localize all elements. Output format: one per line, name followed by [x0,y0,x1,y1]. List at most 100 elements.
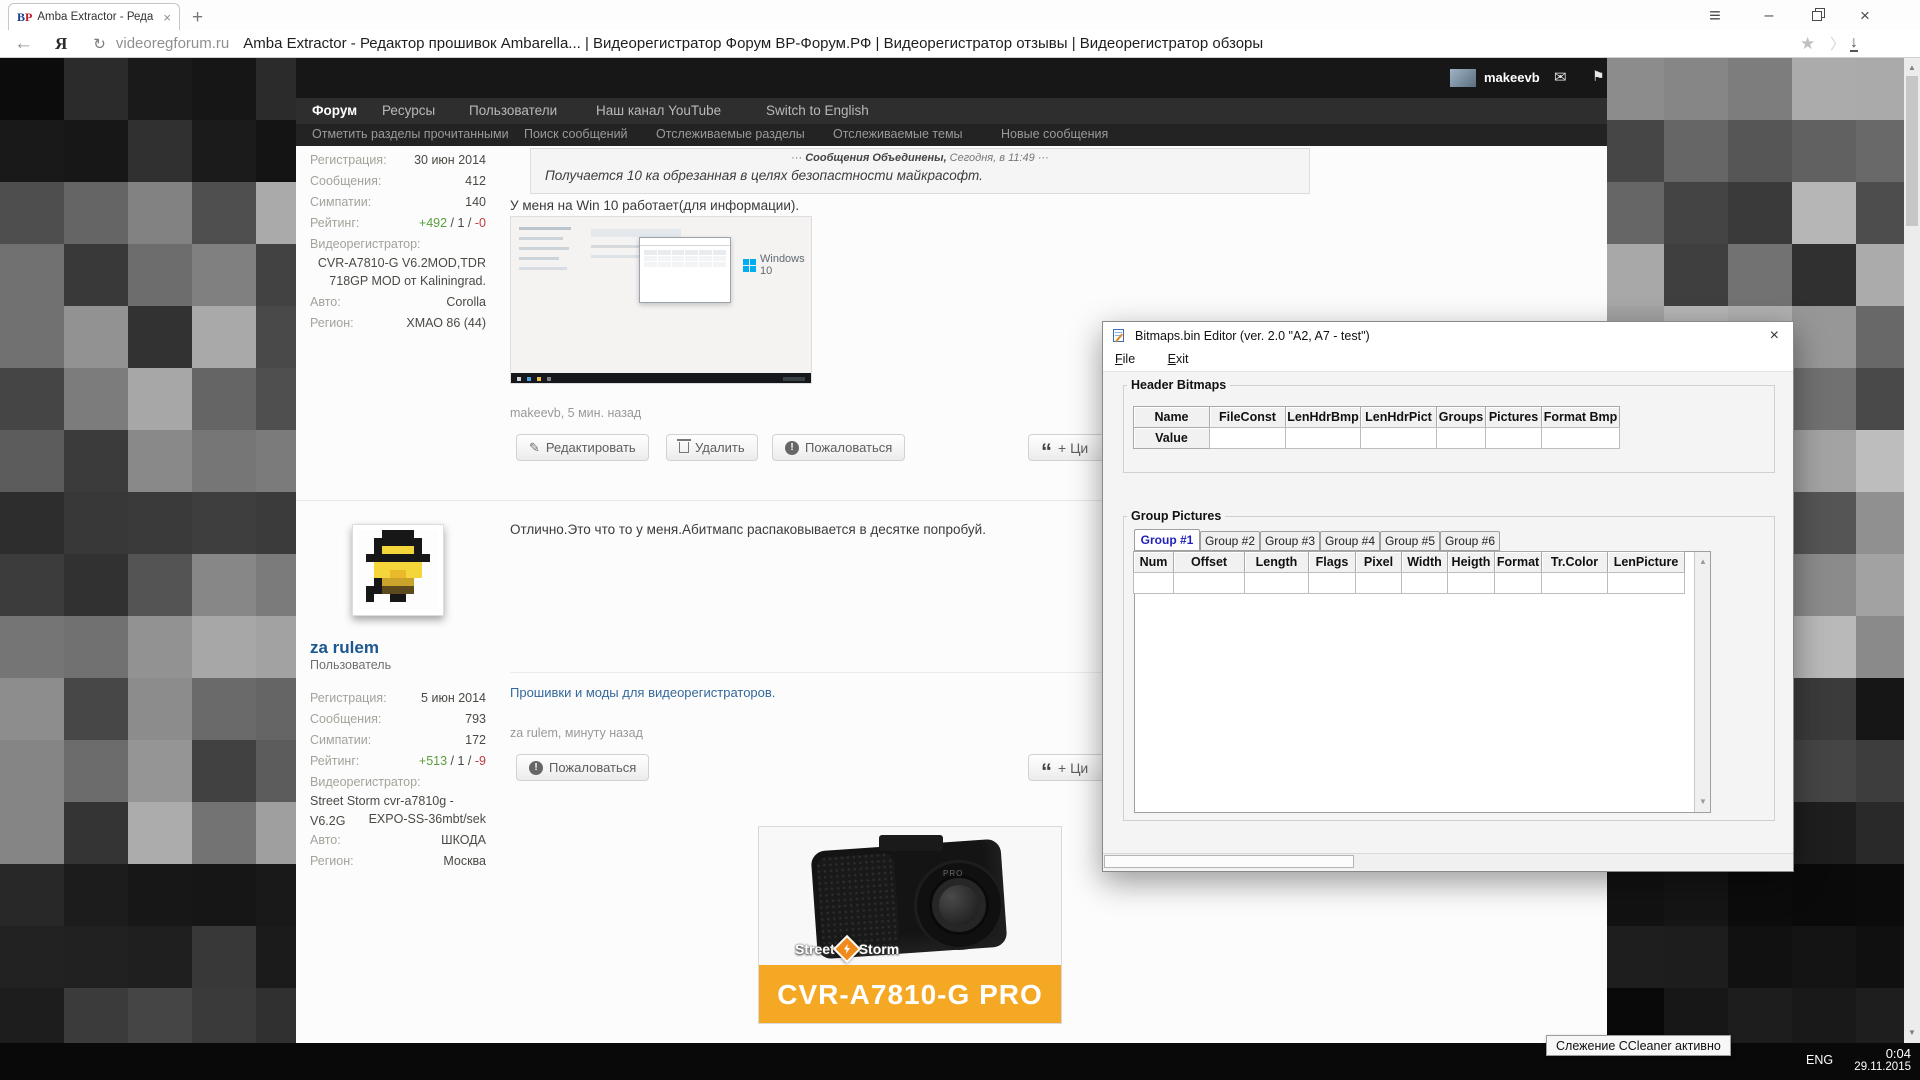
subnav-watched-forums[interactable]: Отслеживаемые разделы [656,127,805,141]
window-close-button[interactable]: × [1848,6,1882,26]
hb-value-cell[interactable] [1485,427,1542,449]
sub-nav: Отметить разделы прочитанными Поиск сооб… [296,124,1607,146]
tab-group-3[interactable]: Group #3 [1260,531,1320,551]
post1-text: У меня на Win 10 работает(для информации… [510,198,799,213]
messages-value: 793 [465,709,486,729]
inbox-envelope-icon[interactable]: ✉ [1554,68,1567,86]
editor-horizontal-scrollbar[interactable] [1103,853,1793,869]
scroll-down-arrow[interactable]: ▼ [1904,1025,1920,1041]
post2-author-name[interactable]: za rulem [310,638,379,658]
hb-value-cell[interactable] [1436,427,1486,449]
menu-file[interactable]: File [1115,352,1135,366]
browser-tab[interactable]: ВР Amba Extractor - Реда × [8,3,180,30]
keyboard-language[interactable]: ENG [1806,1053,1833,1067]
tab-group-4[interactable]: Group #4 [1320,531,1380,551]
nav-forum[interactable]: Форум [312,103,357,118]
quote-icon: “ [1041,767,1052,777]
nav-users[interactable]: Пользователи [469,103,557,118]
nav-switch-english[interactable]: Switch to English [766,103,869,118]
download-icon[interactable]: ↓ [1850,35,1858,52]
new-tab-button[interactable]: + [192,7,203,29]
gp-cell[interactable] [1401,572,1448,594]
list-vertical-scrollbar[interactable]: ▲ ▼ [1694,552,1710,812]
subnav-watched-threads[interactable]: Отслеживаемые темы [833,127,963,141]
subnav-search-posts[interactable]: Поиск сообщений [524,127,628,141]
report-button-post1[interactable]: ! Пожаловаться [772,434,905,461]
post1-meta[interactable]: makeevb, 5 мин. назад [510,406,641,420]
gp-cell[interactable] [1173,572,1245,594]
hb-value-cell[interactable] [1541,427,1620,449]
gp-cell[interactable] [1494,572,1542,594]
gp-cell[interactable] [1133,572,1174,594]
edit-button[interactable]: ✎Редактировать [516,434,649,461]
gp-cell[interactable] [1607,572,1685,594]
hb-value-cell[interactable] [1360,427,1437,449]
hb-col-pictures: Pictures [1485,406,1542,428]
trash-icon [679,442,689,453]
scroll-thumb[interactable] [1906,76,1918,226]
gp-col-heigth: Heigth [1447,551,1495,573]
alerts-flag-icon[interactable]: ⚑ [1592,68,1605,85]
scroll-up-arrow[interactable]: ▲ [1904,60,1920,76]
region-label: Регион: [310,313,354,333]
gp-col-flags: Flags [1308,551,1356,573]
page-title-in-omnibox[interactable]: Amba Extractor - Редактор прошивок Ambar… [243,35,1263,52]
yandex-logo[interactable]: Я [55,34,67,54]
page-scrollbar[interactable]: ▲ ▼ [1904,58,1920,1043]
window-restore-button[interactable] [1800,6,1834,26]
tab-group-2[interactable]: Group #2 [1200,531,1260,551]
back-button[interactable]: ← [14,33,33,55]
dvr-label: Видеорегистратор: [310,772,421,792]
menu-exit[interactable]: Exit [1168,352,1189,366]
tab-group-1[interactable]: Group #1 [1134,529,1200,551]
list-scroll-down[interactable]: ▼ [1695,794,1711,810]
dvr-line2: EXPO-SS-36mbt/sek [369,809,486,829]
hb-value-cell[interactable] [1209,427,1286,449]
delete-button[interactable]: Удалить [666,434,758,461]
messages-label: Сообщения: [310,709,381,729]
thumb-taskbar [511,373,812,384]
url-host[interactable]: videoregforum.ru [116,35,229,52]
tab-close-icon[interactable]: × [163,10,171,25]
subnav-mark-read[interactable]: Отметить разделы прочитанными [312,127,509,141]
bitmaps-editor-window: Bitmaps.bin Editor (ver. 2.0 "A2, A7 - t… [1102,321,1794,872]
reload-icon[interactable]: ↻ [93,35,106,53]
thumb-settings-nav [519,227,579,337]
product-banner[interactable]: PRO Street Storm CVR-A7810-G PRO [758,826,1062,1024]
gp-cell[interactable] [1355,572,1402,594]
gp-col-lenpicture: LenPicture [1607,551,1685,573]
region-value: ХМАО 86 (44) [406,313,486,333]
report-button-post2[interactable]: ! Пожаловаться [516,754,649,781]
dashcam-grille [816,852,900,949]
editor-app-icon [1113,329,1127,343]
forum-header: makeevb ✉ ⚑ [296,58,1607,98]
gp-cell[interactable] [1308,572,1356,594]
clock[interactable]: 0:04 29.11.2015 [1845,1046,1911,1073]
ccleaner-tooltip: Слежение CCleaner активно [1546,1035,1731,1056]
nav-resources[interactable]: Ресурсы [382,103,435,118]
likes-value: 140 [465,192,486,212]
signature-link[interactable]: Прошивки и моды для видеорегистраторов. [510,684,775,702]
nav-youtube[interactable]: Наш канал YouTube [596,103,721,118]
editor-title-bar[interactable]: Bitmaps.bin Editor (ver. 2.0 "A2, A7 - t… [1103,322,1793,350]
subnav-new-posts[interactable]: Новые сообщения [1001,127,1108,141]
gp-cell[interactable] [1244,572,1309,594]
gp-cell[interactable] [1447,572,1495,594]
post2-meta[interactable]: za rulem, минуту назад [510,726,643,740]
editor-menu-bar: File Exit [1103,350,1793,372]
post2-avatar-frame[interactable] [352,524,448,624]
bookmark-star-icon[interactable]: ★ [1800,34,1815,54]
post1-image-thumbnail[interactable]: Windows 10 [510,216,812,384]
tab-group-5[interactable]: Group #5 [1380,531,1440,551]
list-scroll-up[interactable]: ▲ [1695,554,1711,570]
logged-in-username[interactable]: makeevb [1484,70,1540,85]
window-minimize-button[interactable]: – [1752,6,1786,26]
browser-menu-icon[interactable]: ≡ [1698,6,1732,26]
hb-value-cell[interactable] [1285,427,1361,449]
editor-close-icon[interactable]: × [1770,327,1779,345]
editor-hscroll-thumb[interactable] [1104,855,1354,868]
user-avatar-small[interactable] [1450,69,1476,87]
gp-col-format: Format [1494,551,1542,573]
tab-group-6[interactable]: Group #6 [1440,531,1500,551]
gp-cell[interactable] [1541,572,1608,594]
